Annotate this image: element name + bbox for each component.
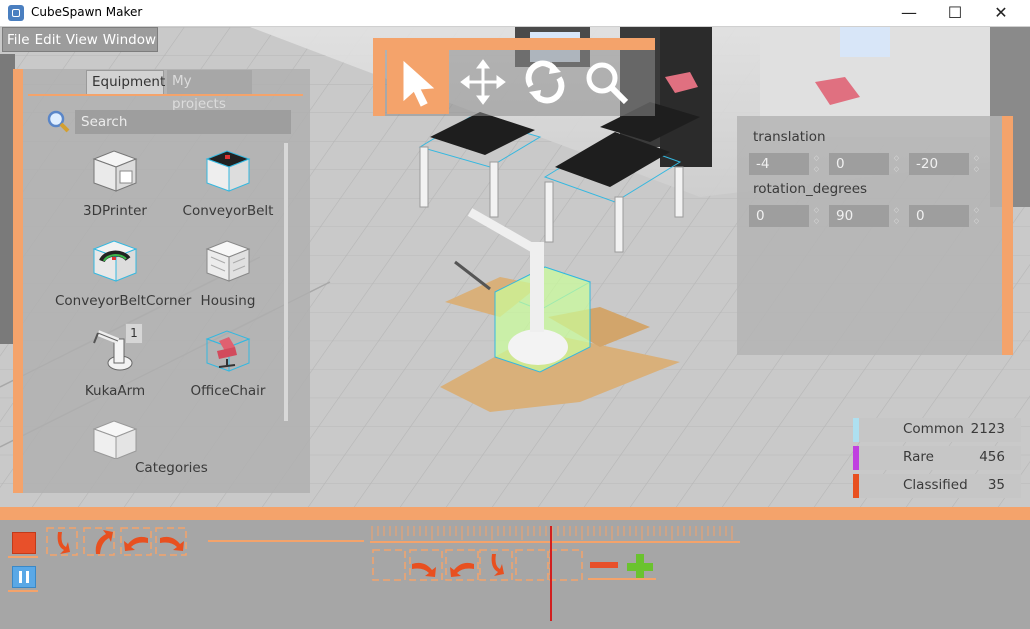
- stop-button[interactable]: [12, 532, 36, 554]
- equipment-label: ConveyorBeltCorner: [55, 293, 192, 309]
- pointer-arrow-icon: [403, 60, 435, 107]
- pause-button[interactable]: [12, 566, 36, 588]
- rotation-y-field[interactable]: 90: [829, 205, 889, 227]
- tab-equipment[interactable]: Equipment: [86, 70, 165, 94]
- equipment-label: OfficeChair: [190, 383, 266, 399]
- equipment-label: ConveyorBelt: [182, 203, 274, 219]
- maximize-button[interactable]: ☐: [932, 0, 978, 26]
- minimize-button[interactable]: —: [886, 0, 932, 26]
- tool-toolbar: [373, 38, 655, 116]
- key-buttons-underline: [588, 578, 656, 580]
- rotation-z-spinner[interactable]: ◇ ◇: [972, 205, 981, 227]
- toolbar-accent-top: [373, 38, 655, 50]
- office-chair-icon: [201, 323, 255, 377]
- rotation-x-spinner[interactable]: ◇ ◇: [812, 205, 821, 227]
- app-icon: [8, 5, 24, 21]
- rotation-x-field[interactable]: 0: [749, 205, 809, 227]
- stop-underline: [8, 556, 38, 558]
- menu-edit[interactable]: Edit: [35, 32, 61, 48]
- translation-x-field[interactable]: -4: [749, 153, 809, 175]
- title-bar: CubeSpawn Maker — ☐ ✕: [0, 0, 1030, 27]
- 3d-printer-icon: [88, 143, 142, 197]
- rotation-y-spinner[interactable]: ◇ ◇: [892, 205, 901, 227]
- stat-count: 2123: [970, 421, 1005, 437]
- equipment-item-conveyorbelt[interactable]: ConveyorBelt: [168, 143, 288, 219]
- stat-rare: Rare 456: [853, 446, 1021, 470]
- timeline-accent: [0, 507, 1030, 520]
- translation-x-spinner[interactable]: ◇ ◇: [812, 153, 821, 175]
- zoom-tool-button[interactable]: [578, 54, 638, 110]
- equipment-item-conveyorbeltcorner[interactable]: ConveyorBeltCorner: [55, 233, 192, 309]
- equipment-label: 3DPrinter: [83, 203, 147, 219]
- tab-my-projects[interactable]: My projects: [167, 70, 252, 112]
- stat-name: Common: [903, 421, 964, 437]
- stat-classified: Classified 35: [853, 474, 1021, 498]
- equipment-label: Housing: [200, 293, 256, 309]
- remove-key-button[interactable]: [590, 562, 618, 568]
- tabs-underline: [28, 94, 303, 96]
- categories-icon: [88, 413, 142, 467]
- equipment-item-kukaarm[interactable]: KukaArm: [55, 323, 175, 399]
- close-window-button[interactable]: ✕: [978, 0, 1024, 26]
- rotate-icon: [525, 60, 565, 104]
- equipment-item-housing[interactable]: Housing: [168, 233, 288, 309]
- equipment-item-3dprinter[interactable]: 3DPrinter: [55, 143, 175, 219]
- search-input[interactable]: [75, 110, 291, 134]
- translation-y-field[interactable]: 0: [829, 153, 889, 175]
- equipment-label: KukaArm: [84, 383, 146, 399]
- properties-panel-accent: [1002, 116, 1013, 355]
- equipment-count-badge: 1: [125, 323, 143, 344]
- select-tool-button[interactable]: [387, 50, 449, 114]
- rotation-z-field[interactable]: 0: [909, 205, 969, 227]
- stat-count: 35: [987, 477, 1005, 493]
- equipment-item-officechair[interactable]: OfficeChair: [168, 323, 288, 399]
- translation-z-spinner[interactable]: ◇ ◇: [972, 153, 981, 175]
- rotation-label: rotation_degrees: [753, 181, 868, 197]
- animation-keys-left[interactable]: [44, 524, 374, 560]
- menu-view[interactable]: View: [66, 32, 98, 48]
- window-title: CubeSpawn Maker: [31, 5, 143, 19]
- pause-icon: [19, 571, 29, 583]
- search-icon: [45, 108, 71, 134]
- equipment-panel-accent: [13, 69, 23, 493]
- translation-y-spinner[interactable]: ◇ ◇: [892, 153, 901, 175]
- equipment-item-categories[interactable]: [55, 413, 175, 467]
- magnifier-icon: [586, 62, 629, 105]
- timeline-track[interactable]: [370, 524, 740, 588]
- rotate-tool-button[interactable]: [515, 54, 575, 110]
- properties-panel: [737, 116, 1013, 355]
- toolbar-accent-left: [373, 38, 385, 116]
- translation-z-field[interactable]: -20: [909, 153, 969, 175]
- equipment-label: Categories: [135, 460, 208, 476]
- menu-file[interactable]: File: [7, 32, 30, 48]
- housing-icon: [201, 233, 255, 287]
- stat-color-bar: [853, 474, 859, 498]
- stat-color-bar: [853, 446, 859, 470]
- timeline-playhead[interactable]: [550, 526, 552, 621]
- move-tool-button[interactable]: [453, 54, 513, 110]
- menu-bar: File Edit View Window: [2, 27, 158, 52]
- stat-name: Rare: [903, 449, 934, 465]
- menu-window[interactable]: Window: [103, 32, 156, 48]
- pause-underline: [8, 590, 38, 592]
- translation-label: translation: [753, 129, 826, 145]
- stat-common: Common 2123: [853, 418, 1021, 442]
- stat-name: Classified: [903, 477, 968, 493]
- conveyor-belt-corner-icon: [88, 233, 142, 287]
- stat-color-bar: [853, 418, 859, 442]
- move-arrows-icon: [460, 59, 506, 105]
- stat-count: 456: [979, 449, 1005, 465]
- conveyor-belt-icon: [201, 143, 255, 197]
